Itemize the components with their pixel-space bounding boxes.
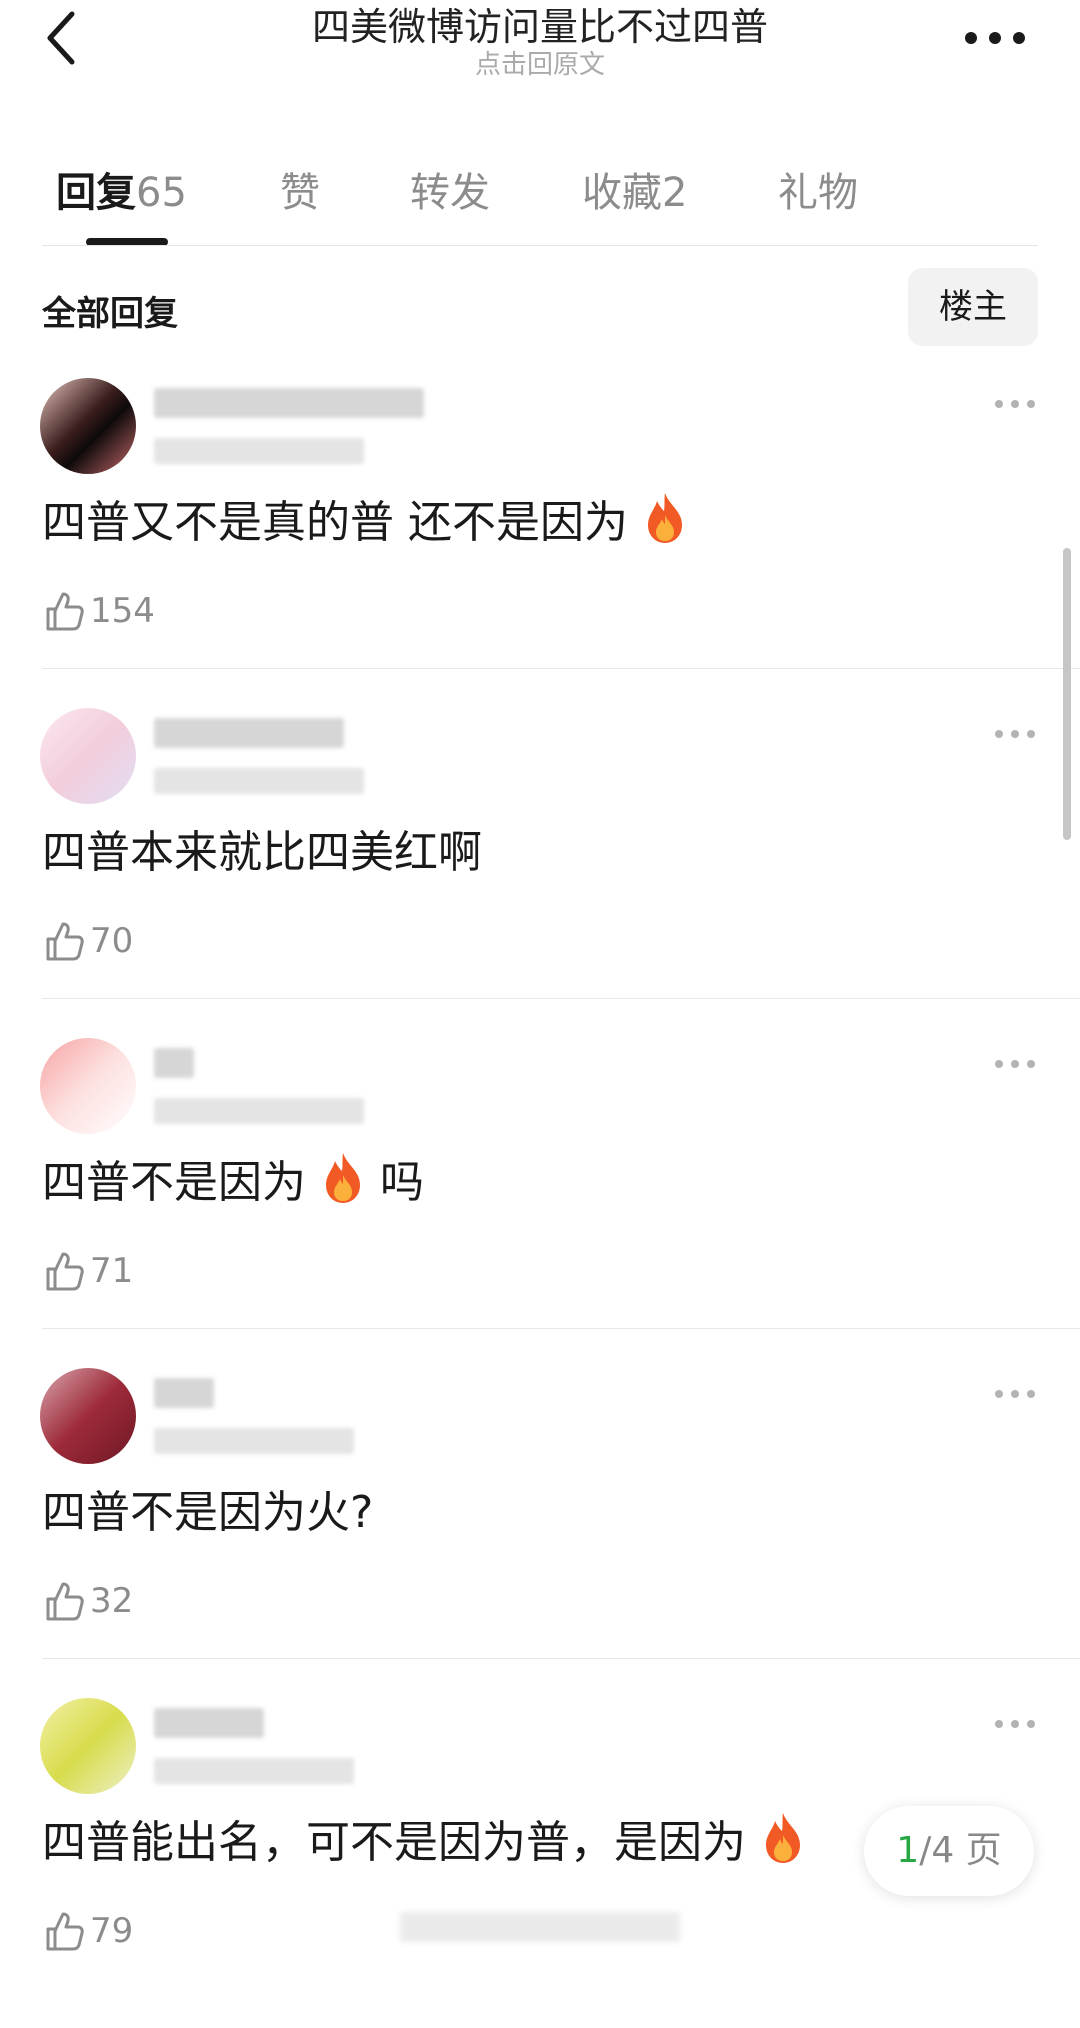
comment-item: 四普又不是真的普 还不是因为 154 (0, 378, 1080, 708)
comment-item: 四普不是因为 吗 71 (0, 1038, 1080, 1368)
blurred-username[interactable] (154, 718, 344, 748)
tab-count: 65 (136, 170, 187, 216)
blurred-username[interactable] (154, 1378, 214, 1408)
tab-label: 收藏 (582, 170, 662, 216)
blurred-meta (154, 1758, 354, 1784)
comment-divider (42, 1658, 1080, 1659)
blurred-username[interactable] (154, 1048, 194, 1078)
comment-divider (42, 1328, 1080, 1329)
like-count: 32 (90, 1581, 134, 1621)
tab-label: 回复 (56, 170, 136, 216)
comment-more-button[interactable] (992, 394, 1038, 414)
back-to-original-link[interactable]: 点击回原文 (180, 44, 900, 81)
tab-likes[interactable]: 赞 (280, 160, 320, 218)
scrollbar[interactable] (1063, 548, 1071, 840)
comment-text: 四普不是因为 吗 (42, 1146, 424, 1210)
chevron-left-icon (47, 11, 75, 65)
tab-gifts[interactable]: 礼物 (778, 160, 858, 218)
all-replies-heading: 全部回复 (42, 294, 178, 334)
like-count: 154 (90, 591, 155, 631)
like-count: 79 (90, 1911, 134, 1951)
comment-more-button[interactable] (992, 724, 1038, 744)
blurred-watermark (400, 1912, 680, 1942)
blurred-meta (154, 438, 364, 464)
comment-body: 四普能出名，可不是因为普，是因为 (42, 1817, 746, 1868)
total-pages: /4 页 (919, 1830, 1002, 1871)
comment-item: 四普不是因为火? 32 (0, 1368, 1080, 1698)
blurred-username[interactable] (154, 388, 424, 418)
tab-bar: 回复65 赞 转发 收藏2 礼物 (0, 150, 1080, 246)
like-button[interactable]: 70 (42, 918, 133, 964)
blurred-meta (154, 1098, 364, 1124)
avatar[interactable] (40, 378, 136, 474)
comment-text: 四普不是因为火? (42, 1487, 374, 1538)
more-dots-icon (995, 400, 1035, 408)
current-page: 1 (896, 1830, 920, 1871)
comment-divider (42, 998, 1080, 999)
comment-divider (42, 668, 1080, 669)
back-button[interactable] (38, 8, 94, 68)
comment-body: 四普又不是真的普 还不是因为 (42, 497, 628, 548)
tab-reposts[interactable]: 转发 (410, 160, 490, 218)
like-button[interactable]: 79 (42, 1908, 133, 1954)
blurred-username[interactable] (154, 1708, 264, 1738)
tab-favorites[interactable]: 收藏2 (582, 160, 687, 218)
more-dots-icon (995, 1390, 1035, 1398)
more-options-button[interactable] (960, 18, 1030, 58)
page-indicator[interactable]: 1/4 页 (864, 1806, 1034, 1896)
thumbs-up-icon (46, 592, 84, 631)
comment-item: 四普本来就比四美红啊 70 (0, 708, 1080, 1038)
fire-emoji-icon (766, 1813, 800, 1863)
comment-body-start: 四普不是因为 (42, 1157, 306, 1208)
tab-label: 转发 (410, 170, 490, 216)
blurred-meta (154, 1428, 354, 1454)
more-dots-icon (995, 1720, 1035, 1728)
like-count: 71 (90, 1251, 134, 1291)
fire-emoji-icon (326, 1153, 360, 1203)
more-dots-icon (995, 730, 1035, 738)
avatar[interactable] (40, 1698, 136, 1794)
like-button[interactable]: 71 (42, 1248, 133, 1294)
comment-text: 四普又不是真的普 还不是因为 (42, 486, 688, 550)
tab-count: 2 (662, 170, 688, 216)
thumbs-up-icon (46, 1912, 84, 1951)
avatar[interactable] (40, 708, 136, 804)
thumbs-up-icon (46, 922, 84, 961)
blurred-meta (154, 768, 364, 794)
tab-label: 赞 (280, 170, 320, 216)
avatar[interactable] (40, 1038, 136, 1134)
fire-emoji-icon (648, 493, 682, 543)
like-button[interactable]: 32 (42, 1578, 133, 1624)
comment-more-button[interactable] (992, 1054, 1038, 1074)
top-bar: 四美微博访问量比不过四普 点击回原文 (0, 0, 1080, 100)
tabs-divider (42, 245, 1038, 246)
more-dots-icon (965, 32, 1025, 44)
comment-more-button[interactable] (992, 1384, 1038, 1404)
op-only-button[interactable]: 楼主 (908, 268, 1038, 346)
like-count: 70 (90, 921, 134, 961)
tab-label: 礼物 (778, 170, 858, 216)
comment-more-button[interactable] (992, 1714, 1038, 1734)
more-dots-icon (995, 1060, 1035, 1068)
tab-replies[interactable]: 回复65 (56, 160, 187, 218)
thumbs-up-icon (46, 1252, 84, 1291)
comment-text: 四普能出名，可不是因为普，是因为 (42, 1806, 806, 1870)
comment-body-end: 吗 (380, 1157, 424, 1208)
comment-text: 四普本来就比四美红啊 (42, 827, 482, 878)
thumbs-up-icon (46, 1582, 84, 1621)
like-button[interactable]: 154 (42, 588, 155, 634)
avatar[interactable] (40, 1368, 136, 1464)
